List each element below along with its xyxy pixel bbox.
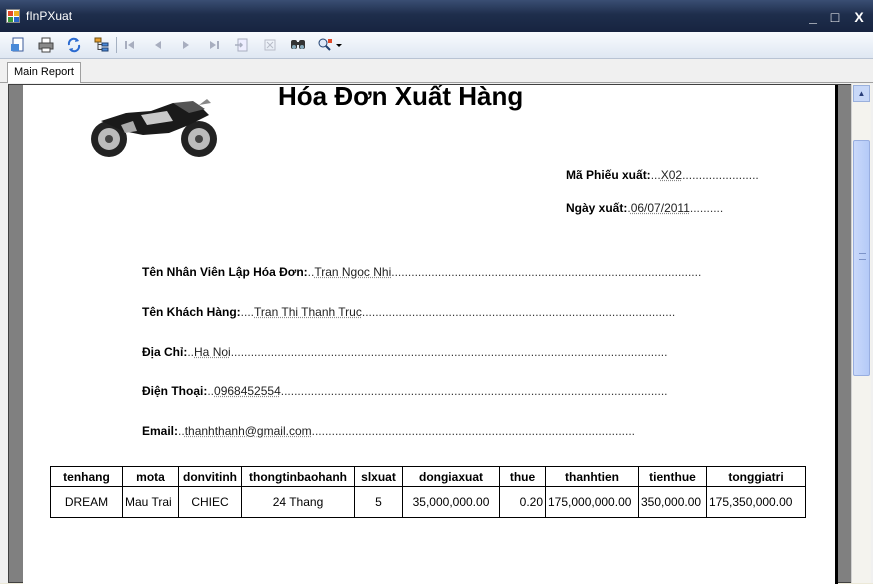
maximize-button[interactable]: □: [826, 8, 844, 26]
table-row: DREAM Mau Trai CHIEC 24 Thang 5 35,000,0…: [51, 487, 806, 518]
column-header: slxuat: [355, 467, 403, 487]
table-cell: 175,000,000.00: [546, 487, 639, 518]
tab-bar: Main Report: [0, 59, 873, 83]
dien-thoai-field: Điện Thoại:..0968452554.................…: [142, 384, 668, 398]
dien-thoai-label: Điện Thoại:: [142, 384, 207, 398]
items-table: tenhang mota donvitinh thongtinbaohanh s…: [50, 466, 806, 518]
stop-icon[interactable]: [260, 36, 280, 54]
table-cell: 5: [355, 487, 403, 518]
column-header: tonggiatri: [707, 467, 806, 487]
column-header: tenhang: [51, 467, 123, 487]
ngay-xuat-label: Ngày xuất:: [566, 201, 627, 215]
table-cell: 24 Thang: [242, 487, 355, 518]
dia-chi-value: Ha Noi: [194, 345, 231, 359]
group-tree-icon[interactable]: [92, 36, 112, 54]
scrollbar-thumb[interactable]: [853, 140, 870, 376]
previous-page-icon[interactable]: [148, 36, 168, 54]
report-viewer-window: fInPXuat _ □ X Main Report Hóa Đơn Xuất …: [0, 0, 873, 583]
grip-icon: [859, 253, 866, 260]
dia-chi-field: Địa Chỉ:..Ha Noi........................…: [142, 345, 667, 359]
dia-chi-label: Địa Chỉ:: [142, 345, 187, 359]
email-label: Email:: [142, 424, 178, 438]
column-header: thanhtien: [546, 467, 639, 487]
column-header: thue: [500, 467, 546, 487]
ma-phieu-field: Mã Phiếu xuất:...X02....................…: [566, 168, 759, 182]
table-cell: Mau Trai: [123, 487, 179, 518]
ngay-xuat-value: 06/07/2011: [631, 201, 690, 215]
table-cell: CHIEC: [179, 487, 242, 518]
find-icon[interactable]: [288, 36, 308, 54]
khach-hang-value: Tran Thi Thanh Truc: [254, 305, 362, 319]
window-title: fInPXuat: [26, 9, 72, 23]
report-title: Hóa Đơn Xuất Hàng: [278, 81, 523, 112]
khach-hang-field: Tên Khách Hàng:....Tran Thi Thanh Truc..…: [142, 305, 675, 319]
first-page-icon[interactable]: [120, 36, 140, 54]
print-icon[interactable]: [36, 36, 56, 54]
table-cell: 0.20: [500, 487, 546, 518]
minimize-button[interactable]: _: [804, 8, 822, 26]
title-bar[interactable]: fInPXuat _ □ X: [0, 0, 873, 32]
ngay-xuat-field: Ngày xuất:.06/07/2011..........: [566, 201, 723, 215]
report-toolbar: [0, 32, 873, 59]
dien-thoai-value: 0968452554: [214, 384, 281, 398]
refresh-icon[interactable]: [64, 36, 84, 54]
report-viewport[interactable]: Hóa Đơn Xuất Hàng Mã Phiếu xuất:...X02..…: [8, 84, 852, 583]
export-report-icon[interactable]: [8, 36, 28, 54]
scroll-up-arrow-icon[interactable]: ▲: [853, 85, 870, 102]
app-icon: [6, 9, 20, 23]
khach-hang-label: Tên Khách Hàng:: [142, 305, 241, 319]
column-header: donvitinh: [179, 467, 242, 487]
email-field: Email:..thanhthanh@gmail.com............…: [142, 424, 635, 438]
table-cell: 175,350,000.00: [707, 487, 806, 518]
go-to-page-icon[interactable]: [232, 36, 252, 54]
tab-main-report[interactable]: Main Report: [7, 62, 81, 83]
table-cell: 35,000,000.00: [403, 487, 500, 518]
zoom-dropdown[interactable]: [316, 36, 344, 54]
motorcycle-image: [81, 91, 226, 166]
report-page: Hóa Đơn Xuất Hàng Mã Phiếu xuất:...X02..…: [23, 85, 838, 584]
vertical-scrollbar[interactable]: ▲: [851, 84, 871, 583]
nhan-vien-value: Tran Ngoc Nhi: [314, 265, 391, 279]
nhan-vien-label: Tên Nhân Viên Lập Hóa Đơn:: [142, 265, 308, 279]
column-header: dongiaxuat: [403, 467, 500, 487]
column-header: tienthue: [639, 467, 707, 487]
table-cell: DREAM: [51, 487, 123, 518]
close-button[interactable]: X: [850, 8, 868, 26]
ma-phieu-label: Mã Phiếu xuất:: [566, 168, 651, 182]
ma-phieu-value: X02: [661, 168, 682, 182]
column-header: thongtinbaohanh: [242, 467, 355, 487]
toolbar-separator: [116, 37, 117, 53]
email-value: thanhthanh@gmail.com: [185, 424, 312, 438]
nhan-vien-field: Tên Nhân Viên Lập Hóa Đơn:..Tran Ngoc Nh…: [142, 265, 701, 279]
table-cell: 350,000.00: [639, 487, 707, 518]
column-header: mota: [123, 467, 179, 487]
last-page-icon[interactable]: [204, 36, 224, 54]
table-header-row: tenhang mota donvitinh thongtinbaohanh s…: [51, 467, 806, 487]
next-page-icon[interactable]: [176, 36, 196, 54]
